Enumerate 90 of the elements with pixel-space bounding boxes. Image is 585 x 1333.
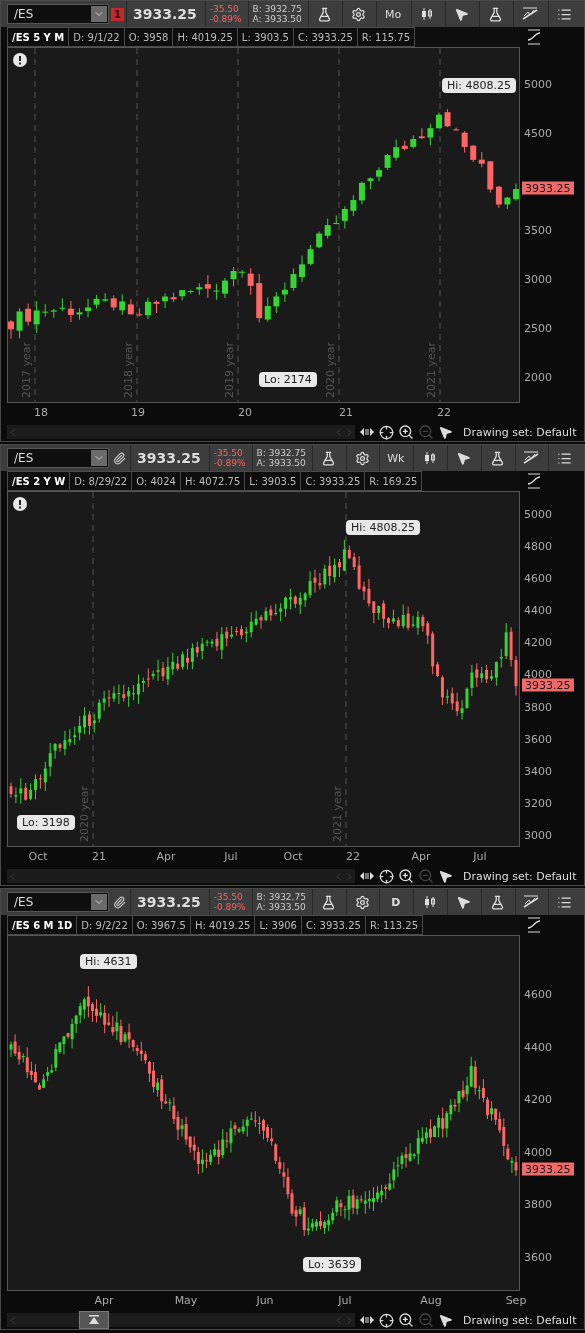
- zoom-in-icon[interactable]: [398, 868, 414, 884]
- y-axis-label: 4400: [524, 603, 552, 617]
- y-axis-label: 4200: [524, 635, 552, 649]
- x-axis-label: Aug: [420, 1294, 442, 1307]
- x-axis-label: Jul: [473, 850, 487, 863]
- last-price: 3933.25: [125, 1, 203, 27]
- high-callout: Hi: 4808.25: [442, 78, 517, 93]
- y-axis-label: 4000: [524, 1145, 552, 1159]
- y-axis-label: 3600: [524, 1250, 552, 1264]
- x-axis-label: Jul: [338, 1294, 352, 1307]
- net-change: -35.50: [209, 4, 240, 14]
- high-callout: Hi: 4808.25: [346, 520, 421, 535]
- crosshair-icon[interactable]: [379, 868, 394, 884]
- bid-price: B: 3932.75: [256, 892, 306, 902]
- info-field: R: 113.25: [364, 915, 424, 935]
- y-axis-label: 2000: [524, 370, 552, 384]
- price-tag: 3933.25: [522, 678, 574, 692]
- cursor-icon[interactable]: [438, 868, 453, 884]
- y-axis-label: 3000: [524, 272, 552, 286]
- x-axis-label: 22: [346, 850, 360, 863]
- net-change: -35.50: [213, 892, 244, 902]
- x-axis-label: 19: [131, 406, 145, 419]
- x-axis-label: 21: [339, 406, 353, 419]
- ask-price: A: 3933.50: [252, 14, 302, 24]
- y-axis-label: 3500: [524, 223, 552, 237]
- crosshair-icon[interactable]: [379, 424, 394, 440]
- info-field: R: 169.25: [364, 471, 423, 491]
- price-tag: 3933.25: [522, 1162, 574, 1176]
- percent-change: -0.89%: [209, 14, 242, 24]
- y-axis-label: 3000: [524, 828, 552, 842]
- zoom-in-icon[interactable]: [398, 424, 414, 440]
- x-axis-label: 22: [437, 406, 451, 419]
- x-axis-label: Sep: [505, 1294, 527, 1307]
- x-axis-label: May: [174, 1294, 198, 1307]
- expand-icon[interactable]: [359, 426, 375, 438]
- bid-price: B: 3932.75: [252, 4, 302, 14]
- low-callout: Lo: 3198: [17, 815, 75, 830]
- percent-change: -0.89%: [213, 902, 246, 912]
- x-axis-label: 18: [34, 406, 48, 419]
- ask-price: A: 3933.50: [256, 902, 306, 912]
- last-price: 3933.25: [130, 445, 207, 471]
- net-change: -35.50: [213, 448, 244, 458]
- y-axis-label: 4600: [524, 987, 552, 1001]
- zoom-in-icon[interactable]: [398, 1312, 414, 1328]
- last-price: 3933.25: [130, 889, 207, 915]
- high-callout: Hi: 4631: [80, 954, 137, 969]
- expand-icon[interactable]: [359, 1314, 375, 1326]
- y-axis-label: 4600: [524, 571, 552, 585]
- y-axis-label: 5000: [524, 77, 552, 91]
- x-axis-label: Apr: [94, 1294, 114, 1307]
- symbol-field[interactable]: /ES: [7, 892, 109, 912]
- cursor-icon[interactable]: [438, 1312, 453, 1328]
- symbol-field[interactable]: /ES: [7, 4, 109, 24]
- y-axis-label: 4000: [524, 667, 552, 681]
- y-axis-label: 5000: [524, 507, 552, 521]
- crosshair-icon[interactable]: [379, 1312, 394, 1328]
- y-axis-label: 3200: [524, 796, 552, 810]
- y-axis-label: 4500: [524, 126, 552, 140]
- y-axis-label: 2500: [524, 321, 552, 335]
- x-axis-label: Oct: [28, 850, 48, 863]
- y-axis-label: 4400: [524, 1040, 552, 1054]
- y-axis-label: 3400: [524, 764, 552, 778]
- drawing-set-label[interactable]: Drawing set: Default: [463, 869, 577, 883]
- cursor-icon[interactable]: [438, 424, 453, 440]
- drawing-set-label[interactable]: Drawing set: Default: [463, 425, 577, 439]
- price-tag: 3933.25: [522, 181, 574, 195]
- y-axis-label: 4800: [524, 539, 552, 553]
- y-axis-label: 4200: [524, 1092, 552, 1106]
- bid-price: B: 3932.75: [256, 448, 306, 458]
- low-callout: Lo: 2174: [259, 372, 317, 387]
- y-axis-label: 3800: [524, 700, 552, 714]
- scroll-thumb[interactable]: [79, 1311, 109, 1329]
- drawing-set-label[interactable]: Drawing set: Default: [463, 1313, 577, 1327]
- low-callout: Lo: 3639: [303, 1257, 361, 1272]
- x-axis-label: Oct: [283, 850, 303, 863]
- alert-icon[interactable]: [13, 497, 27, 511]
- x-axis-label: 20: [238, 406, 252, 419]
- x-axis-label: Jul: [224, 850, 238, 863]
- symbol-field[interactable]: /ES: [7, 448, 109, 468]
- x-axis-label: Apr: [156, 850, 176, 863]
- x-axis-label: Apr: [411, 850, 431, 863]
- y-axis-label: 3800: [524, 1197, 552, 1211]
- x-axis-label: Jun: [256, 1294, 274, 1307]
- alert-icon[interactable]: [13, 53, 27, 67]
- percent-change: -0.89%: [213, 458, 246, 468]
- ask-price: A: 3933.50: [256, 458, 306, 468]
- x-axis-label: 21: [92, 850, 106, 863]
- info-field: R: 115.75: [356, 27, 416, 47]
- y-axis-label: 3600: [524, 732, 552, 746]
- expand-icon[interactable]: [359, 870, 375, 882]
